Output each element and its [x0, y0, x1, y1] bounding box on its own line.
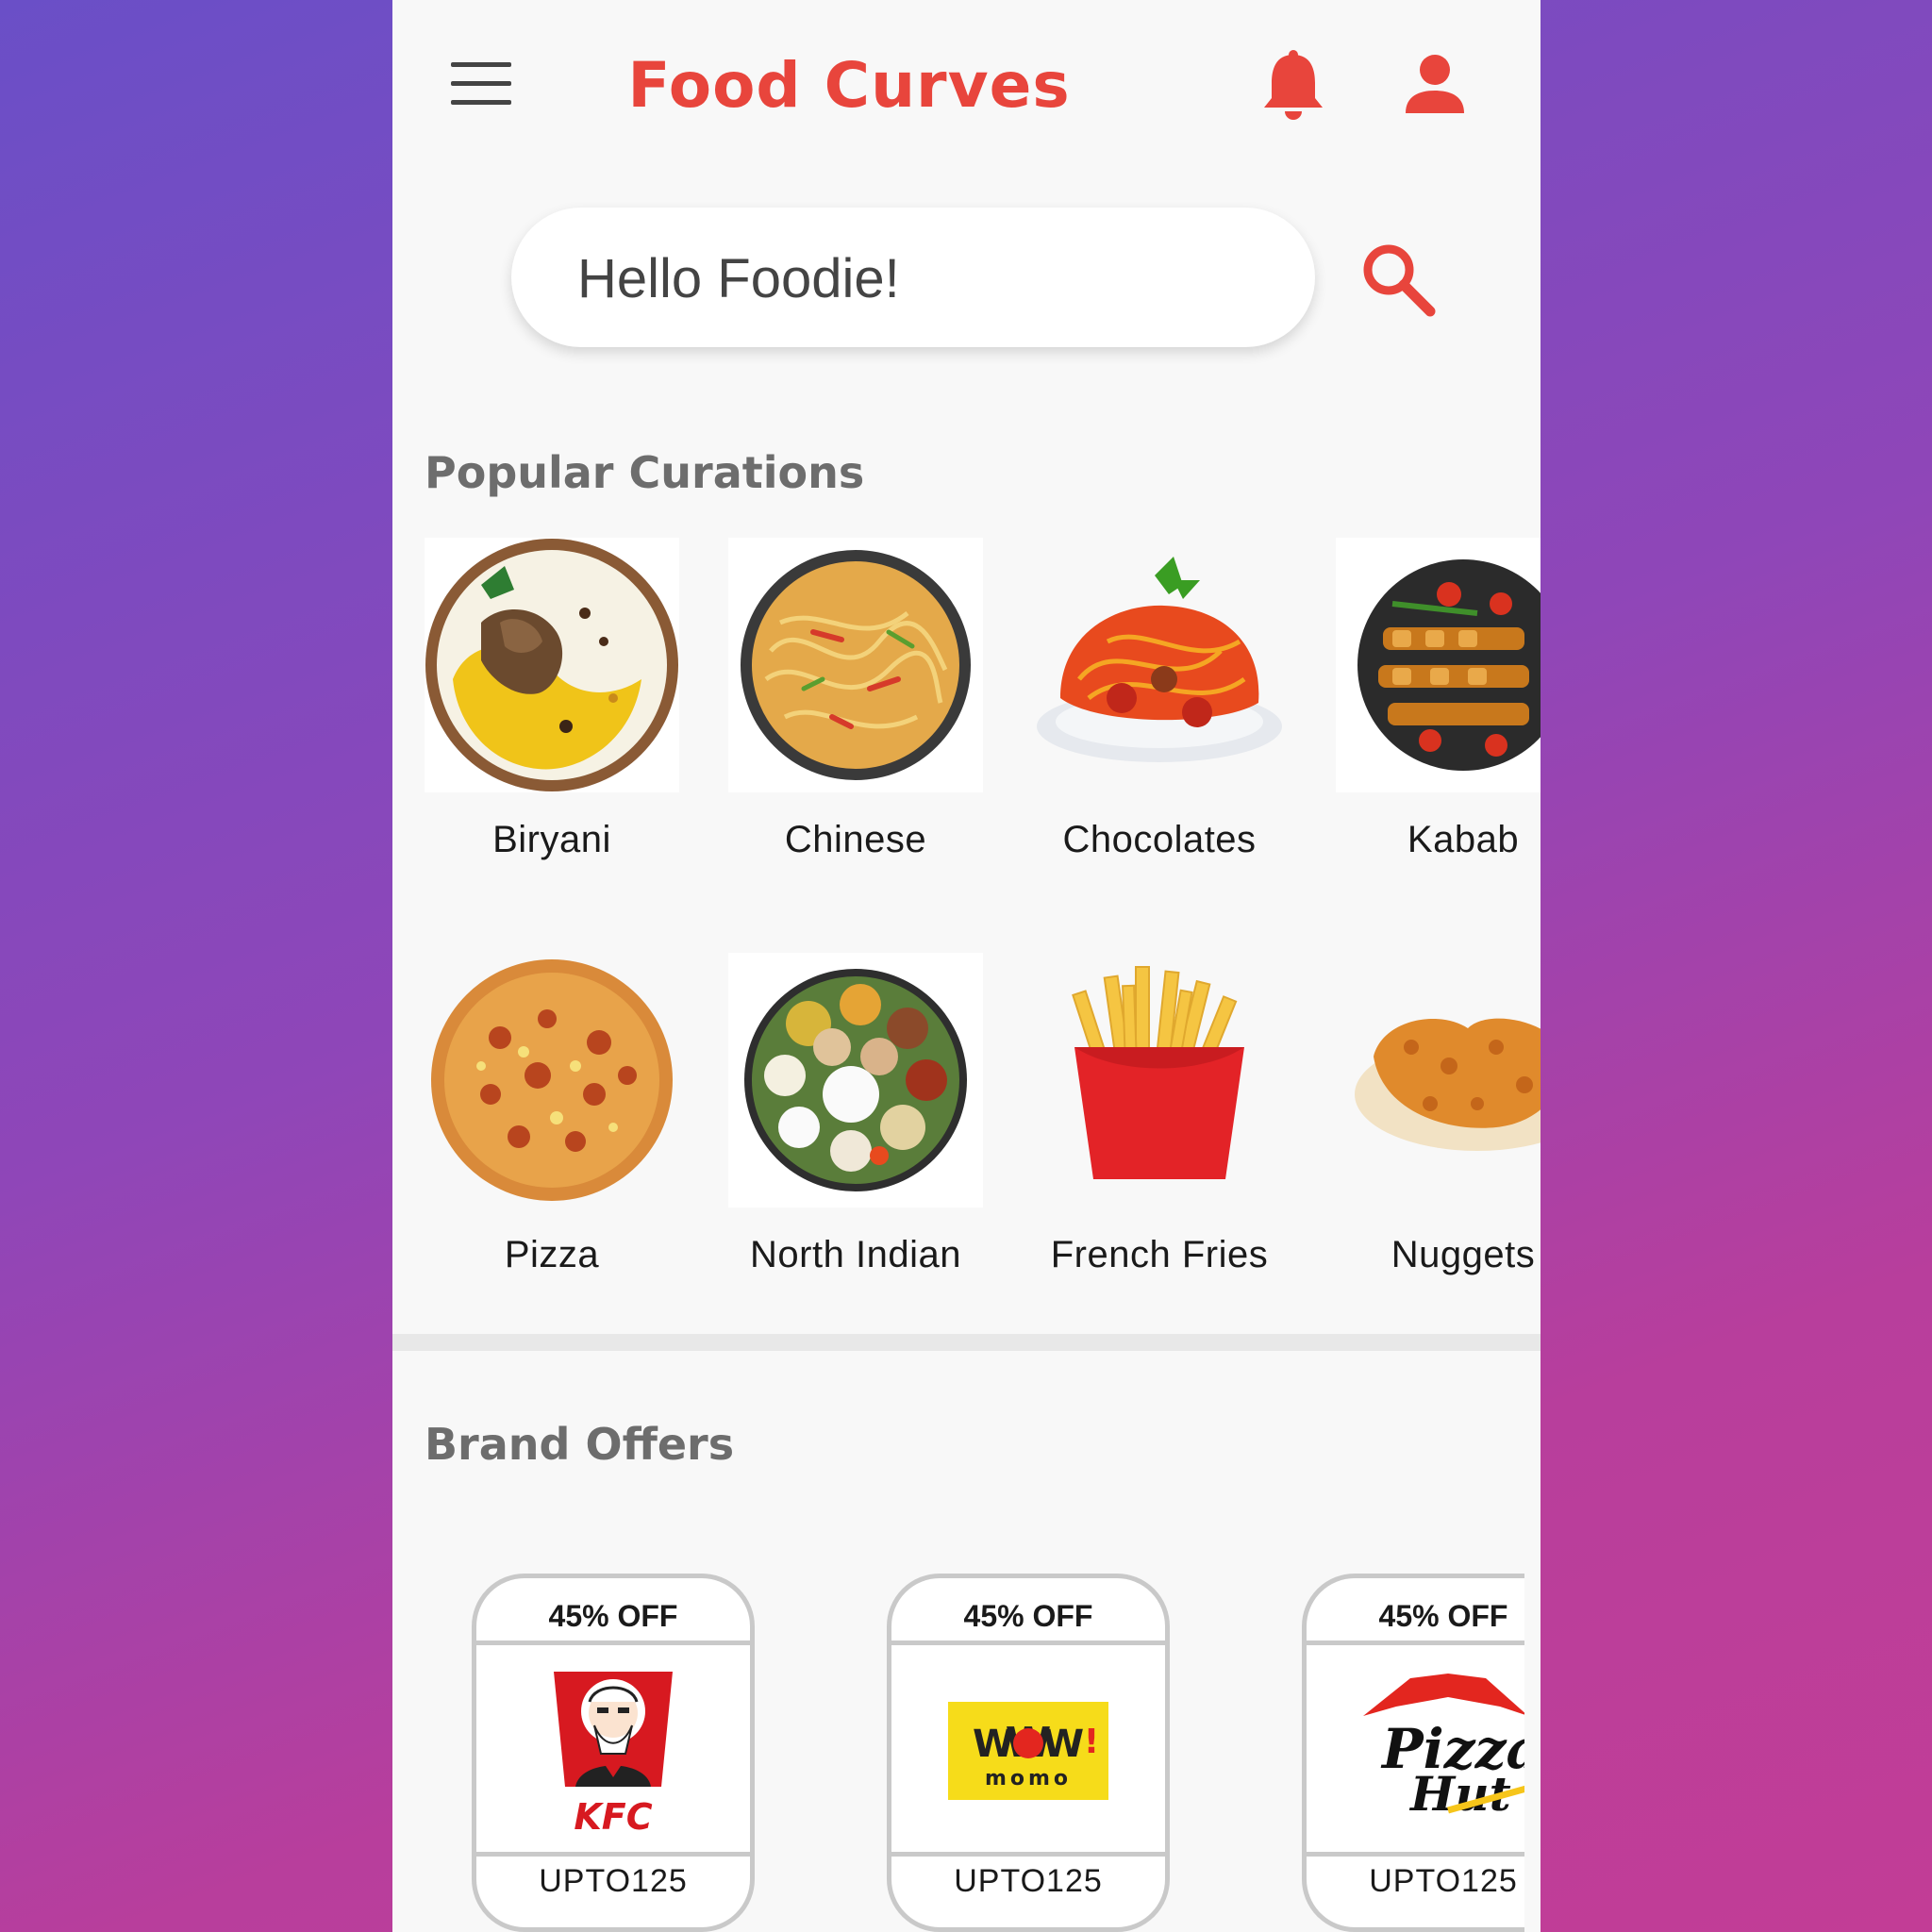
search-input[interactable] [577, 238, 1275, 319]
brand-offers-title: Brand Offers [425, 1419, 735, 1470]
curation-label: North Indian [750, 1234, 961, 1275]
offer-separator [476, 1852, 750, 1857]
curation-label: Biryani [492, 819, 611, 860]
curation-french-fries[interactable]: French Fries [1032, 953, 1287, 1292]
offer-card-pizza-hut[interactable]: 45% OFF Pizza Hut UPTO125 [1302, 1574, 1524, 1932]
curation-label: Chocolates [1062, 819, 1257, 860]
offer-card-wow-momo[interactable]: 45% OFF W W W ! momo UPTO125 [887, 1574, 1170, 1932]
curation-chocolates[interactable]: Chocolates [1032, 538, 1287, 896]
section-divider [392, 1334, 1541, 1351]
svg-text:!: ! [1084, 1723, 1099, 1761]
north-indian-image [728, 953, 983, 1208]
svg-text:momo: momo [985, 1767, 1072, 1790]
offer-separator [891, 1852, 1165, 1857]
wow-momo-logo: W W W ! momo [891, 1645, 1165, 1852]
curation-label: French Fries [1050, 1234, 1269, 1275]
svg-text:W: W [973, 1723, 1014, 1766]
curation-label: Chinese [784, 819, 927, 860]
offer-discount: 45% OFF [963, 1599, 1093, 1633]
offer-discount: 45% OFF [1378, 1599, 1508, 1633]
user-icon[interactable] [1404, 53, 1466, 115]
curation-north-indian[interactable]: North Indian [728, 953, 983, 1292]
bell-icon[interactable] [1260, 49, 1326, 125]
search-icon[interactable] [1358, 240, 1438, 319]
svg-text:W: W [1042, 1723, 1084, 1766]
chinese-image [728, 538, 983, 792]
curations-grid: Biryani Chinese Chocolates Kabab Pizza N… [425, 538, 1541, 1292]
nuggets-image [1336, 953, 1541, 1208]
curation-label: Kabab [1407, 819, 1520, 860]
kfc-logo: KFC [476, 1645, 750, 1852]
search-bar [511, 208, 1315, 347]
curation-label: Nuggets [1391, 1234, 1536, 1275]
svg-text:KFC: KFC [574, 1796, 652, 1838]
chocolates-image [1032, 538, 1287, 792]
curation-chinese[interactable]: Chinese [728, 538, 983, 896]
pizza-hut-logo: Pizza Hut [1307, 1645, 1524, 1852]
french-fries-image [1032, 953, 1287, 1208]
offer-code: UPTO125 [954, 1863, 1103, 1899]
offer-discount: 45% OFF [548, 1599, 678, 1633]
curation-biryani[interactable]: Biryani [425, 538, 679, 896]
offer-code: UPTO125 [1369, 1863, 1518, 1899]
biryani-image [425, 538, 679, 792]
pizza-image [425, 953, 679, 1208]
kabab-image [1336, 538, 1541, 792]
offer-code: UPTO125 [539, 1863, 688, 1899]
offer-separator [1307, 1852, 1524, 1857]
hamburger-menu-icon[interactable] [451, 62, 511, 106]
curation-label: Pizza [504, 1234, 600, 1275]
phone-screen: Food Curves Popular Curations [392, 0, 1541, 1932]
app-title: Food Curves [627, 49, 1071, 122]
curation-nuggets[interactable]: Nuggets [1336, 953, 1541, 1292]
offer-card-kfc[interactable]: 45% OFF KFC UPTO125 [472, 1574, 755, 1932]
curation-kabab[interactable]: Kabab [1336, 538, 1541, 896]
brand-offers-list: 45% OFF KFC UPTO125 45% OFF W W ! momo U… [392, 1566, 1524, 1932]
popular-curations-title: Popular Curations [425, 447, 865, 498]
curation-pizza[interactable]: Pizza [425, 953, 679, 1292]
app-header: Food Curves [392, 0, 1541, 170]
